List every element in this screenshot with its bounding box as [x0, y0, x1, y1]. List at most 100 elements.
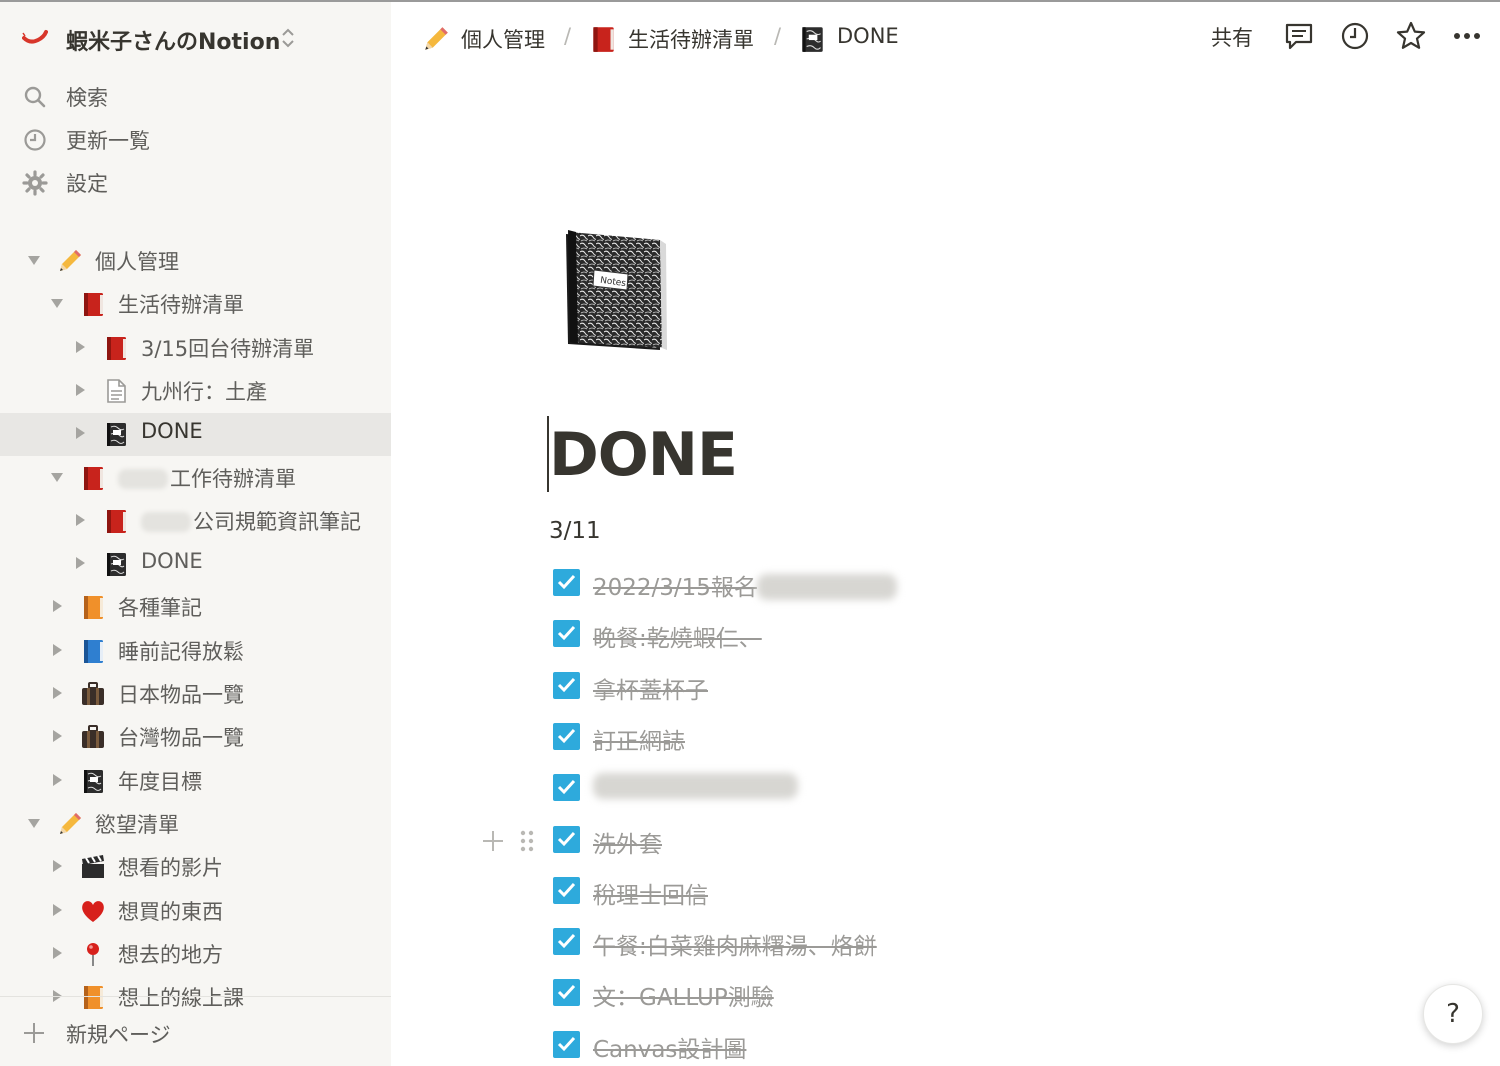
triangle-right-icon[interactable]	[50, 729, 64, 743]
redacted-text	[593, 773, 798, 800]
sidebar-item[interactable]: 年度目標	[0, 760, 391, 803]
triangle-right-icon[interactable]	[50, 859, 64, 873]
todo-text[interactable]: 晚餐:乾燒蝦仁、	[593, 619, 762, 653]
checkbox-checked[interactable]	[553, 1030, 580, 1058]
todo-item[interactable]: 2022/3/15報名	[553, 564, 1253, 604]
triangle-down-icon[interactable]	[27, 253, 41, 267]
sidebar-item[interactable]: 日本物品一覽	[0, 673, 391, 716]
sidebar-item[interactable]: 個人管理	[0, 240, 391, 283]
workspace-switcher[interactable]: 蝦米子さんのNotion	[0, 16, 391, 60]
checkbox-checked[interactable]	[553, 979, 580, 1007]
history-clock-icon[interactable]	[1339, 20, 1371, 52]
checkmark-icon	[557, 831, 576, 846]
todo-text[interactable]: 文：GALLUP測驗	[593, 978, 774, 1012]
comment-icon[interactable]	[1283, 20, 1315, 52]
todo-item[interactable]: Canvas設計圖	[553, 1026, 1253, 1066]
triangle-right-icon[interactable]	[50, 599, 64, 613]
sidebar-item[interactable]: DONE	[0, 543, 391, 586]
nav-search[interactable]: 検索	[0, 76, 391, 116]
triangle-down-icon[interactable]	[27, 816, 41, 830]
triangle-right-icon[interactable]	[73, 340, 87, 354]
notebook-icon	[797, 24, 827, 54]
sidebar-item[interactable]: 九州行：土產	[0, 370, 391, 413]
todo-item[interactable]: 文：GALLUP測驗	[553, 974, 1253, 1014]
triangle-down-icon[interactable]	[50, 470, 64, 484]
redacted-text	[141, 511, 191, 532]
todo-text[interactable]	[593, 773, 798, 800]
notebook-page-icon[interactable]: Notes	[556, 226, 670, 356]
sidebar-item[interactable]: 想去的地方	[0, 933, 391, 976]
todo-text[interactable]: 拿杯蓋杯子	[593, 671, 708, 705]
help-button[interactable]: ?	[1423, 984, 1483, 1044]
sidebar-item-label: 想去的地方	[118, 942, 223, 967]
sidebar-item[interactable]: 睡前記得放鬆	[0, 630, 391, 673]
sidebar-item[interactable]: 想看的影片	[0, 846, 391, 889]
checkbox-checked[interactable]	[553, 825, 580, 853]
sidebar-item-label: 九州行：土產	[141, 379, 267, 404]
checkbox-checked[interactable]	[553, 774, 580, 802]
triangle-right-icon[interactable]	[73, 383, 87, 397]
checkmark-icon	[557, 1036, 576, 1051]
todo-text[interactable]: 午餐:白菜雞肉麻糬湯、烙餅	[593, 927, 877, 961]
sidebar-item[interactable]: 各種筆記	[0, 586, 391, 629]
sidebar-item[interactable]: 想買的東西	[0, 890, 391, 933]
checkbox-checked[interactable]	[553, 722, 580, 750]
breadcrumb-item-life-todo[interactable]: 生活待辦清單	[588, 22, 768, 56]
triangle-right-icon[interactable]	[50, 773, 64, 787]
sidebar-item[interactable]: DONE	[0, 413, 391, 457]
triangle-right-icon[interactable]	[73, 426, 87, 440]
todo-label: Canvas設計圖	[593, 1036, 747, 1063]
nav-settings[interactable]: 設定	[0, 162, 391, 202]
triangle-right-icon[interactable]	[50, 903, 64, 917]
page-title[interactable]: DONE	[549, 420, 738, 490]
blue-book-icon	[79, 637, 107, 665]
todo-text[interactable]: 稅理士回信	[593, 876, 708, 910]
todo-item[interactable]: 午餐:白菜雞肉麻糬湯、烙餅	[553, 923, 1253, 963]
star-icon[interactable]	[1395, 20, 1427, 52]
sidebar-item[interactable]: 工作待辦清單	[0, 457, 391, 500]
sidebar-item[interactable]: 台灣物品一覽	[0, 716, 391, 759]
todo-text[interactable]: 訂正網誌	[593, 722, 685, 756]
todo-text[interactable]: 洗外套	[593, 825, 662, 859]
breadcrumb-separator: /	[564, 24, 572, 48]
todo-item[interactable]: 洗外套	[553, 821, 1253, 861]
new-page-button[interactable]: 新規ページ	[0, 996, 391, 1066]
sidebar-item[interactable]: 公司規範資訊筆記	[0, 500, 391, 543]
breadcrumb-item-personal[interactable]: 個人管理	[421, 22, 561, 56]
todo-item[interactable]: 稅理士回信	[553, 872, 1253, 912]
checkbox-checked[interactable]	[553, 671, 580, 699]
triangle-right-icon[interactable]	[50, 686, 64, 700]
triangle-right-icon[interactable]	[50, 946, 64, 960]
todo-text[interactable]: 2022/3/15報名	[593, 568, 897, 602]
todo-label: 2022/3/15報名	[593, 575, 757, 601]
checkbox-checked[interactable]	[553, 569, 580, 596]
todo-item[interactable]: 拿杯蓋杯子	[553, 667, 1253, 707]
checkbox-checked[interactable]	[553, 620, 580, 648]
breadcrumb-item-done[interactable]: DONE	[797, 22, 917, 56]
block-handle[interactable]	[480, 826, 540, 856]
share-button[interactable]: 共有	[1211, 22, 1253, 52]
triangle-right-icon[interactable]	[73, 556, 87, 570]
more-icon[interactable]	[1451, 20, 1483, 52]
todo-item[interactable]: 訂正網誌	[553, 718, 1253, 758]
todo-item[interactable]: 晚餐:乾燒蝦仁、	[553, 615, 1253, 655]
sidebar-item[interactable]: 生活待辦清單	[0, 283, 391, 326]
date-heading[interactable]: 3/11	[549, 518, 601, 544]
triangle-right-icon[interactable]	[50, 643, 64, 657]
nav-updates[interactable]: 更新一覧	[0, 119, 391, 159]
nav-search-label: 検索	[66, 86, 108, 110]
breadcrumb-label: 個人管理	[461, 28, 545, 52]
checkbox-checked[interactable]	[553, 876, 580, 904]
checkbox-checked[interactable]	[553, 928, 580, 956]
shrimp-icon	[22, 30, 48, 44]
sidebar-item[interactable]: 3/15回台待辦清單	[0, 327, 391, 370]
triangle-right-icon[interactable]	[73, 513, 87, 527]
todo-item[interactable]	[553, 769, 1253, 809]
search-icon	[24, 86, 46, 108]
todo-text[interactable]: Canvas設計圖	[593, 1030, 746, 1064]
triangle-down-icon[interactable]	[50, 296, 64, 310]
breadcrumb-separator: /	[774, 24, 782, 48]
sidebar-item[interactable]: 慾望清單	[0, 803, 391, 846]
help-label: ?	[1446, 999, 1460, 1029]
chevron-updown-icon	[282, 28, 294, 48]
